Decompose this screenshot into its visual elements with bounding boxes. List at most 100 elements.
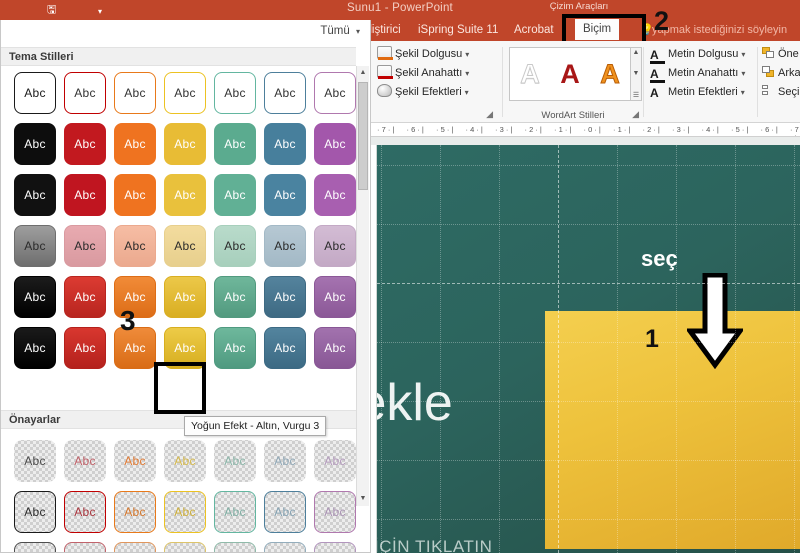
shape-fill-button[interactable]: Şekil Dolgusu ▾ [377,45,469,64]
style-tile[interactable]: Abc [164,440,206,482]
style-tile[interactable]: Abc [14,327,56,369]
style-tile[interactable]: Abc [164,276,206,318]
style-tile[interactable]: Abc [264,276,306,318]
style-tile[interactable]: Abc [64,225,106,267]
style-tile[interactable]: Abc [314,327,356,369]
style-tile[interactable]: Abc [14,491,56,533]
style-tile[interactable]: Abc [314,542,356,552]
style-tile[interactable]: Abc [214,440,256,482]
style-tile[interactable]: Abc [314,72,356,114]
horizontal-ruler[interactable]: · 7 · | · 6 · | · 5 · | · 4 · | · 3 · | · 2 ·… [371,123,800,137]
text-outline-button[interactable]: A Metin Anahattı ▾ [650,64,745,83]
wordart-sample-3[interactable]: A [600,59,620,90]
style-tile[interactable]: Abc [214,123,256,165]
gallery-filter-button[interactable]: Tümü ▾ [320,25,360,37]
selected-rectangle-shape[interactable] [545,311,800,549]
slide-footer-text[interactable]: K İÇİN TIKLATIN [377,537,492,553]
wordart-dialog-launcher[interactable]: ◢ [632,109,639,120]
text-fill-button[interactable]: A Metin Dolgusu ▾ [650,45,745,64]
style-tile[interactable]: Abc [314,174,356,216]
chevron-down-icon[interactable]: ▾ [741,88,745,97]
send-backward-button[interactable]: Arkay [762,64,800,83]
style-tile[interactable]: Abc [214,174,256,216]
style-tile[interactable]: Abc [264,225,306,267]
scroll-down-icon[interactable]: ▼ [357,492,369,506]
style-tile[interactable]: Abc [64,440,106,482]
scroll-up-icon[interactable]: ▲ [357,66,369,80]
style-tile[interactable]: Abc [264,174,306,216]
shape-styles-dialog-launcher[interactable]: ◢ [486,109,493,120]
style-tile[interactable]: Abc [264,123,306,165]
style-tile[interactable]: Abc [114,174,156,216]
tab-acrobat[interactable]: Acrobat [508,22,560,38]
style-tile[interactable]: Abc [14,276,56,318]
style-tile[interactable]: Abc [64,542,106,552]
style-tile[interactable]: Abc [64,491,106,533]
style-tile[interactable]: Abc [314,123,356,165]
style-tile[interactable]: Abc [114,542,156,552]
tell-me-box[interactable]: yapmak istediğinizi söyleyin [652,24,787,36]
style-tile[interactable]: Abc [164,174,206,216]
selection-pane-button[interactable]: Seçim [762,83,800,102]
bring-forward-button[interactable]: Öne G [762,45,800,64]
selection-pane-icon [762,85,775,97]
style-tile[interactable]: Abc [14,225,56,267]
style-tile[interactable]: Abc [114,72,156,114]
style-tile[interactable]: Abc [14,174,56,216]
style-tile[interactable]: Abc [314,440,356,482]
gallery-more-icon[interactable]: ☰ [633,91,639,99]
chevron-down-icon[interactable]: ▾ [741,50,745,59]
wordart-sample-2[interactable]: A [560,59,580,89]
style-tile[interactable]: Abc [264,72,306,114]
style-tile[interactable]: Abc [64,276,106,318]
chevron-down-icon[interactable]: ▾ [356,27,360,36]
style-tile[interactable]: Abc [114,225,156,267]
style-tile[interactable]: Abc [114,440,156,482]
style-tile[interactable]: Abc [264,491,306,533]
scroll-up-icon[interactable]: ▲ [633,49,640,56]
style-tile[interactable]: Abc [164,123,206,165]
style-tile[interactable]: Abc [314,491,356,533]
style-tile[interactable]: Abc [164,542,206,552]
style-tile[interactable]: Abc [214,327,256,369]
style-tile[interactable]: Abc [214,72,256,114]
style-tile[interactable]: Abc [14,72,56,114]
gallery-vertical-scrollbar[interactable]: ▲ ▼ [356,66,369,506]
style-tile[interactable]: Abc [164,225,206,267]
scroll-down-icon[interactable]: ▼ [633,70,640,77]
chevron-down-icon[interactable]: ▾ [465,88,469,97]
chevron-down-icon[interactable]: ▾ [741,69,745,78]
chevron-down-icon[interactable]: ▾ [465,69,469,78]
style-tile[interactable]: Abc [214,276,256,318]
style-tile[interactable]: Abc [214,225,256,267]
style-tile[interactable]: Abc [264,542,306,552]
style-tile[interactable]: Abc [64,123,106,165]
style-tile[interactable]: Abc [64,72,106,114]
style-tile[interactable]: Abc [264,327,306,369]
style-tile[interactable]: Abc [14,123,56,165]
style-tile[interactable]: Abc [114,123,156,165]
shape-outline-button[interactable]: Şekil Anahattı ▾ [377,64,469,83]
style-tile[interactable]: Abc [214,491,256,533]
style-tile[interactable]: Abc [14,542,56,552]
style-tile[interactable]: Abc [114,491,156,533]
style-tile[interactable]: Abc [64,327,106,369]
tab-ispring-suite[interactable]: iSpring Suite 11 [412,22,504,38]
style-tile[interactable]: Abc [214,542,256,552]
text-effects-button[interactable]: A Metin Efektleri ▾ [650,83,745,102]
slide-canvas[interactable]: k ekle ın K İÇİN TIKLATIN seç [376,145,800,553]
style-tile[interactable]: Abc [14,440,56,482]
wordart-sample-1[interactable]: A [520,59,540,90]
wordart-style-gallery[interactable]: A A A [509,47,631,101]
style-tile[interactable]: Abc [164,491,206,533]
style-tile[interactable]: Abc [264,440,306,482]
ruler-tick: · 5 · | [436,125,454,134]
wordart-gallery-scroll[interactable]: ▲ ▼ ☰ [631,47,642,101]
style-tile[interactable]: Abc [314,225,356,267]
style-tile[interactable]: Abc [314,276,356,318]
style-tile[interactable]: Abc [164,72,206,114]
scrollbar-thumb[interactable] [358,82,368,190]
style-tile[interactable]: Abc [64,174,106,216]
shape-effects-button[interactable]: Şekil Efektleri ▾ [377,83,469,102]
chevron-down-icon[interactable]: ▾ [465,50,469,59]
